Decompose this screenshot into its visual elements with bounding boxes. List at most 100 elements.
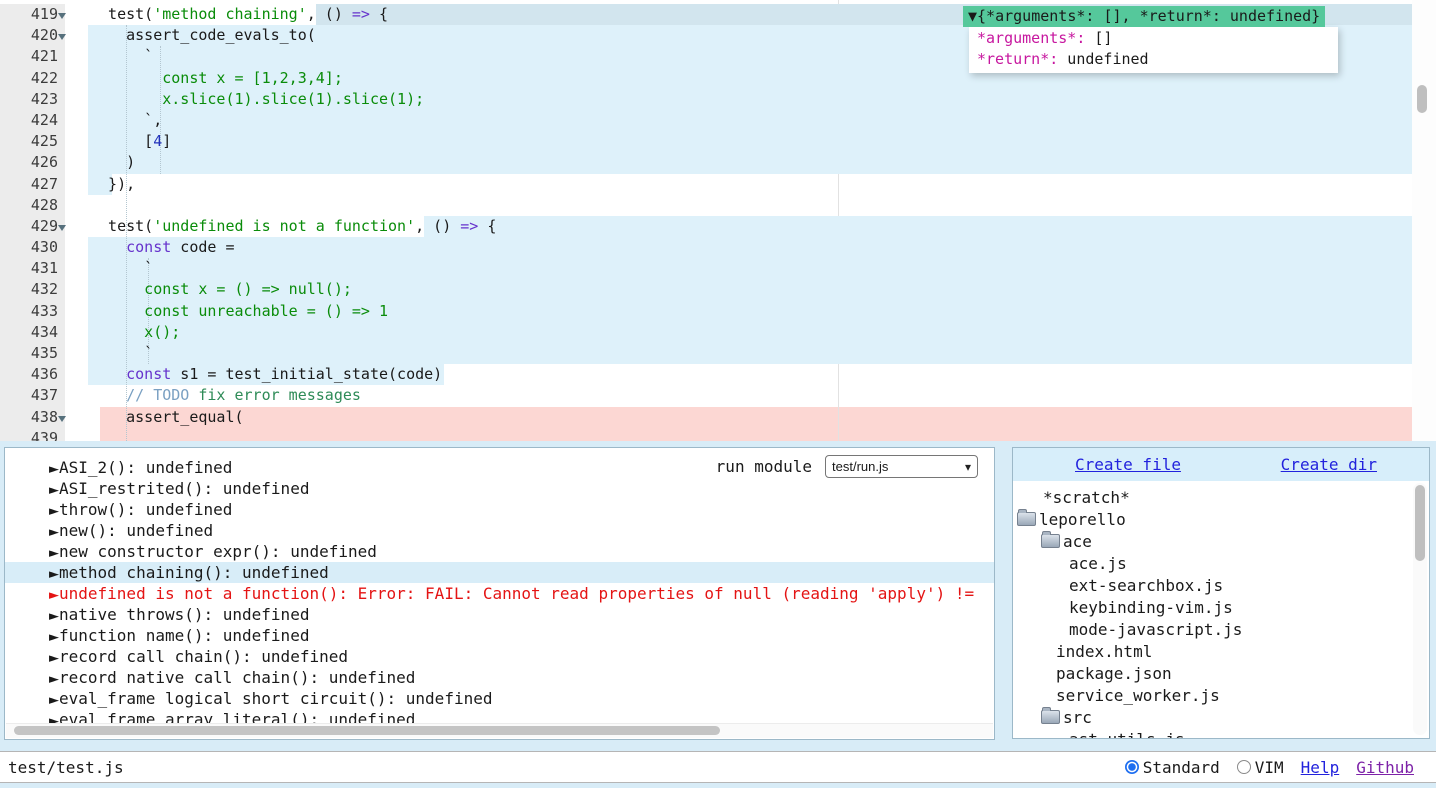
tree-file[interactable]: mode-javascript.js	[1013, 619, 1411, 641]
code-token: s1 = test_initial_state(code)	[171, 365, 442, 383]
tree-file[interactable]: package.json	[1013, 663, 1411, 685]
test-result-item[interactable]: ►method chaining(): undefined	[5, 562, 994, 583]
test-result-item[interactable]: ►function name(): undefined	[5, 625, 994, 646]
folder-icon	[1041, 710, 1060, 724]
tree-file[interactable]: ext-searchbox.js	[1013, 575, 1411, 597]
expand-triangle-icon[interactable]: ►	[49, 483, 59, 498]
code-line[interactable]: 433 const unreachable = () => 1	[0, 301, 1436, 322]
fold-arrow-icon[interactable]	[58, 13, 66, 19]
current-file-label: test/test.js	[8, 758, 124, 777]
code-token: const x = [1,2,3,4];	[90, 69, 343, 87]
code-line-content[interactable]: assert_equal(	[65, 407, 1436, 428]
test-result-item[interactable]: ►record call chain(): undefined	[5, 646, 994, 667]
code-line-content[interactable]: `,	[65, 110, 1436, 131]
code-line-content[interactable]	[65, 195, 1436, 216]
code-line-content[interactable]: test('undefined is not a function', () =…	[65, 216, 1436, 237]
tree-folder[interactable]: leporello	[1013, 509, 1411, 531]
radio-selected-icon[interactable]	[1125, 760, 1139, 774]
code-line[interactable]: 429 test('undefined is not a function', …	[0, 216, 1436, 237]
fold-arrow-icon[interactable]	[58, 225, 66, 231]
tree-file[interactable]: ace.js	[1013, 553, 1411, 575]
code-line-content[interactable]: }),	[65, 174, 1436, 195]
code-line[interactable]: 423 x.slice(1).slice(1).slice(1);	[0, 89, 1436, 110]
create-file-button[interactable]: Create file	[1075, 455, 1181, 474]
expand-triangle-icon[interactable]: ►	[49, 672, 59, 687]
github-link[interactable]: Github	[1356, 758, 1414, 777]
expand-triangle-icon[interactable]: ►	[49, 504, 59, 519]
run-module-select[interactable]: test/run.js ▾	[825, 455, 978, 478]
code-line[interactable]: 437 // TODO fix error messages	[0, 385, 1436, 406]
keybinding-mode-vim[interactable]: VIM	[1237, 758, 1284, 777]
tree-file[interactable]: ast_utils.js	[1013, 729, 1411, 738]
keybinding-mode-standard[interactable]: Standard	[1125, 758, 1220, 777]
expand-triangle-icon[interactable]: ►	[49, 588, 59, 603]
code-line[interactable]: 439	[0, 428, 1436, 441]
expand-triangle-icon[interactable]: ►	[49, 525, 59, 540]
test-result-item[interactable]: ►eval_frame logical short circuit(): und…	[5, 688, 994, 709]
code-line-content[interactable]: `	[65, 343, 1436, 364]
code-line[interactable]: 430 const code =	[0, 237, 1436, 258]
test-result-item[interactable]: ►throw(): undefined	[5, 499, 994, 520]
test-result-item[interactable]: ►record native call chain(): undefined	[5, 667, 994, 688]
code-line-content[interactable]: x.slice(1).slice(1).slice(1);	[65, 89, 1436, 110]
code-line[interactable]: 432 const x = () => null();	[0, 279, 1436, 300]
expand-triangle-icon[interactable]: ►	[49, 609, 59, 624]
code-line[interactable]: 428	[0, 195, 1436, 216]
code-editor[interactable]: 419 test('method chaining', () => {420 a…	[0, 0, 1436, 441]
radio-unselected-icon[interactable]	[1237, 760, 1251, 774]
code-line[interactable]: 425 [4]	[0, 131, 1436, 152]
test-result-item[interactable]: ►new(): undefined	[5, 520, 994, 541]
code-line-content[interactable]: // TODO fix error messages	[65, 385, 1436, 406]
code-line-content[interactable]: const s1 = test_initial_state(code)	[65, 364, 1436, 385]
results-horizontal-scrollbar[interactable]	[6, 723, 993, 738]
test-result-item[interactable]: ►undefined is not a function(): Error: F…	[5, 583, 994, 604]
tree-item-label: ace	[1063, 532, 1092, 551]
expand-triangle-icon[interactable]: ►	[49, 546, 59, 561]
files-scrollbar[interactable]	[1413, 483, 1427, 735]
code-line[interactable]: 434 x();	[0, 322, 1436, 343]
code-line[interactable]: 424 `,	[0, 110, 1436, 131]
create-dir-button[interactable]: Create dir	[1281, 455, 1377, 474]
code-line[interactable]: 426 )	[0, 152, 1436, 173]
test-result-item[interactable]: ►new constructor expr(): undefined	[5, 541, 994, 562]
code-line[interactable]: 427 }),	[0, 174, 1436, 195]
test-result-item[interactable]: ►native throws(): undefined	[5, 604, 994, 625]
tree-folder[interactable]: src	[1013, 707, 1411, 729]
code-text: const code =	[65, 237, 1436, 258]
files-scrollbar-thumb[interactable]	[1415, 485, 1425, 561]
code-line-content[interactable]: const code =	[65, 237, 1436, 258]
code-line[interactable]: 435 `	[0, 343, 1436, 364]
tree-file[interactable]: index.html	[1013, 641, 1411, 663]
code-line-content[interactable]: [4]	[65, 131, 1436, 152]
code-line-content[interactable]: x();	[65, 322, 1436, 343]
code-line[interactable]: 436 const s1 = test_initial_state(code)	[0, 364, 1436, 385]
run-module-label: run module	[716, 455, 812, 478]
results-scrollbar-thumb[interactable]	[14, 726, 720, 735]
code-line-content[interactable]: )	[65, 152, 1436, 173]
expand-triangle-icon[interactable]: ►	[49, 462, 59, 477]
code-line-content[interactable]: const unreachable = () => 1	[65, 301, 1436, 322]
tree-folder[interactable]: ace	[1013, 531, 1411, 553]
popup-entry[interactable]: *arguments*: []	[969, 28, 1338, 49]
code-line-content[interactable]: const x = () => null();	[65, 279, 1436, 300]
tree-file[interactable]: service_worker.js	[1013, 685, 1411, 707]
expand-triangle-icon[interactable]: ►	[49, 651, 59, 666]
popup-entry[interactable]: *return*: undefined	[969, 49, 1338, 70]
code-line[interactable]: 431 `	[0, 258, 1436, 279]
code-line-content[interactable]: `	[65, 258, 1436, 279]
tree-file[interactable]: keybinding-vim.js	[1013, 597, 1411, 619]
test-result-item[interactable]: ►ASI_restrited(): undefined	[5, 478, 994, 499]
popup-header[interactable]: ▼{*arguments*: [], *return*: undefined}	[963, 6, 1325, 27]
fold-arrow-icon[interactable]	[58, 34, 66, 40]
expand-triangle-icon[interactable]: ►	[49, 693, 59, 708]
code-line[interactable]: 438 assert_equal(	[0, 407, 1436, 428]
code-line-content[interactable]	[65, 428, 1436, 441]
mode-label: VIM	[1255, 758, 1284, 777]
expand-triangle-icon[interactable]: ►	[49, 630, 59, 645]
fold-arrow-icon[interactable]	[58, 416, 66, 422]
help-link[interactable]: Help	[1301, 758, 1340, 777]
tree-file[interactable]: *scratch*	[1013, 487, 1411, 509]
code-text: `	[65, 258, 1436, 279]
expand-triangle-icon[interactable]: ►	[49, 567, 59, 582]
code-token: {	[370, 5, 388, 23]
